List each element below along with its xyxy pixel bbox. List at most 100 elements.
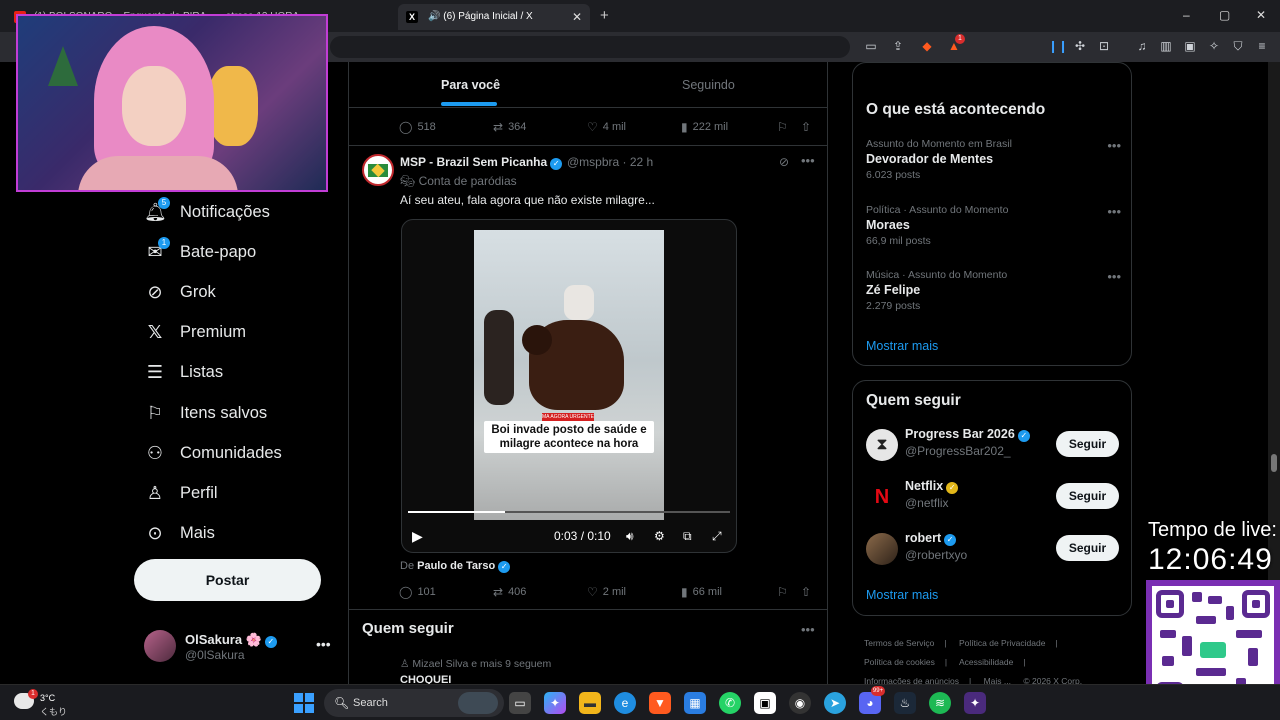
trend-item[interactable]: Música · Assunto do Momento Zé Felipe 2.… (866, 269, 1121, 312)
more-icon[interactable]: ••• (1107, 204, 1121, 219)
follow-suggestion[interactable]: ⧗ Progress Bar 2026 ✓ @ProgressBar202_ Se… (866, 425, 1121, 465)
obs-icon[interactable]: ◉ (789, 692, 811, 714)
more-icon[interactable]: ••• (316, 636, 331, 652)
brave-rewards-icon[interactable]: ▲ 1 (947, 34, 965, 53)
pip-icon[interactable]: ⧉ (683, 529, 692, 544)
browser-tab-x-home[interactable]: X 🔊 (6) Página Inicial / X ✕ (398, 4, 590, 30)
brave-shields-icon[interactable]: ◆ (920, 39, 934, 53)
follow-suggestion[interactable]: N Netflix ✓ @netflix Seguir (866, 477, 1121, 517)
bookmark-button[interactable]: ⚐ (777, 585, 788, 599)
follow-button[interactable]: Seguir (1056, 483, 1119, 509)
settings-icon[interactable]: ⚙ (654, 529, 665, 543)
reply-button[interactable]: ◯ 101 (399, 585, 436, 599)
like-button[interactable]: ♡ 2 mil (587, 585, 626, 599)
tweet-author[interactable]: MSP - Brazil Sem Picanha ✓ (400, 155, 563, 170)
file-explorer-icon[interactable]: ▬ (579, 692, 601, 714)
scrollbar-thumb[interactable] (1271, 454, 1277, 472)
app-icon[interactable]: ✦ (964, 692, 986, 714)
volume-icon[interactable]: 🔊︎ (626, 529, 634, 544)
more-icon[interactable]: ••• (801, 622, 815, 637)
account-switcher[interactable]: OlSakura 🌸 ✓ @0lSakura ••• (144, 628, 334, 668)
close-window-button[interactable]: ✕ (1256, 8, 1266, 22)
tab-close-icon[interactable]: ✕ (572, 4, 582, 30)
task-view-icon[interactable]: ▭ (509, 692, 531, 714)
discord-icon[interactable]: ◕ 99+ (859, 686, 885, 714)
footer-link[interactable]: Informações de anúncios (864, 676, 959, 684)
nav-premium[interactable]: 𝕏 Premium (144, 318, 246, 346)
footer-link[interactable]: Política de cookies (864, 657, 935, 667)
share-icon[interactable]: ⇪ (891, 39, 905, 53)
grok-icon[interactable]: ⊘ (779, 155, 789, 169)
nav-notifications[interactable]: 🔔︎ 5 Notificações (144, 197, 270, 226)
share-button[interactable]: ⇧ (801, 120, 811, 134)
trend-item[interactable]: Assunto do Momento em Brasil Devorador d… (866, 138, 1121, 181)
taskbar-search[interactable]: 🔍︎ Search (324, 689, 504, 717)
address-bar[interactable] (330, 36, 850, 58)
follow-show-more[interactable]: Mostrar mais (866, 588, 938, 602)
steam-icon[interactable]: ♨ (894, 692, 916, 714)
nav-profile[interactable]: ♙ Perfil (144, 479, 218, 507)
share-button[interactable]: ⇧ (801, 585, 811, 599)
reply-button[interactable]: ◯ 518 (399, 120, 436, 134)
trends-show-more[interactable]: Mostrar mais (866, 339, 938, 353)
video-progress-bar[interactable] (408, 511, 730, 513)
nav-more[interactable]: ⊙ Mais (144, 519, 214, 547)
views-button[interactable]: ▮ 222 mil (681, 120, 728, 134)
nav-communities[interactable]: ⚇ Comunidades (144, 439, 282, 467)
brave-icon[interactable]: ▼ (649, 692, 671, 714)
suggested-account-name[interactable]: CHOQUEI (400, 674, 451, 684)
repost-button[interactable]: ⇄ 364 (493, 120, 526, 134)
follow-button[interactable]: Seguir (1056, 535, 1119, 561)
window-icon[interactable]: ⊡ (1097, 39, 1111, 53)
menu-icon[interactable]: ≡ (1255, 39, 1269, 53)
more-icon[interactable]: ••• (801, 153, 815, 168)
nav-lists[interactable]: ☰ Listas (144, 358, 223, 386)
more-icon[interactable]: ••• (1107, 138, 1121, 153)
audio-playing-icon[interactable]: ❙❙ (1048, 39, 1068, 53)
tweet-time[interactable]: 22 h (630, 155, 653, 169)
maximize-button[interactable]: ▢ (1219, 8, 1230, 22)
weather-widget[interactable]: 1 3°C くもり (14, 689, 74, 717)
post-button[interactable]: Postar (134, 559, 321, 601)
bookmark-button[interactable]: ⚐ (777, 120, 788, 134)
extensions-icon[interactable]: ✣ (1073, 39, 1087, 53)
vpn-icon[interactable]: ⛉ (1231, 39, 1245, 53)
screen-cast-icon[interactable]: ▭ (864, 39, 878, 53)
footer-link[interactable]: Acessibilidade (959, 657, 1013, 667)
capcut-icon[interactable]: ▣ (754, 692, 776, 714)
nav-grok[interactable]: ⊘ Grok (144, 278, 215, 306)
from-name[interactable]: Paulo de Tarso (417, 560, 495, 572)
minimize-button[interactable]: – (1183, 8, 1190, 22)
copilot-icon[interactable]: ✦ (544, 692, 566, 714)
trend-item[interactable]: Política · Assunto do Momento Moraes 66,… (866, 204, 1121, 247)
nav-messages[interactable]: ✉ 1 Bate-papo (144, 237, 256, 266)
video-player[interactable]: MA AGORA URGENTE Boi invade posto de saú… (401, 219, 737, 553)
play-icon[interactable]: ▶ (412, 528, 423, 545)
telegram-icon[interactable]: ➤ (824, 692, 846, 714)
music-icon[interactable]: ♫ (1135, 39, 1149, 53)
footer-link[interactable]: Termos de Serviço (864, 638, 934, 648)
wallet-icon[interactable]: ▣ (1183, 39, 1197, 53)
tab-for-you[interactable]: Para você (441, 78, 500, 92)
follow-button[interactable]: Seguir (1056, 431, 1119, 457)
sidebar-icon[interactable]: ▥ (1159, 39, 1173, 53)
new-tab-button[interactable]: + (600, 7, 609, 24)
edge-icon[interactable]: e (614, 692, 636, 714)
footer-link[interactable]: Política de Privacidade (959, 638, 1045, 648)
nav-bookmarks[interactable]: ⚐ Itens salvos (144, 399, 267, 427)
store-icon[interactable]: ▦ (684, 692, 706, 714)
more-icon[interactable]: ••• (1107, 269, 1121, 284)
spotify-icon[interactable]: ≋ (929, 692, 951, 714)
tab-following[interactable]: Seguindo (682, 78, 735, 92)
like-button[interactable]: ♡ 4 mil (587, 120, 626, 134)
leo-ai-icon[interactable]: ✧ (1207, 39, 1221, 53)
start-button[interactable] (294, 693, 314, 713)
tweet-handle[interactable]: @mspbra (567, 155, 619, 169)
avatar[interactable] (362, 154, 394, 186)
follow-suggestion[interactable]: robert ✓ @robertxyo Seguir (866, 529, 1121, 569)
footer-link[interactable]: Mais ... (984, 676, 1011, 684)
fullscreen-icon[interactable]: ⤢ (712, 529, 722, 544)
repost-button[interactable]: ⇄ 406 (493, 585, 526, 599)
whatsapp-icon[interactable]: ✆ (719, 692, 741, 714)
views-button[interactable]: ▮ 66 mil (681, 585, 722, 599)
